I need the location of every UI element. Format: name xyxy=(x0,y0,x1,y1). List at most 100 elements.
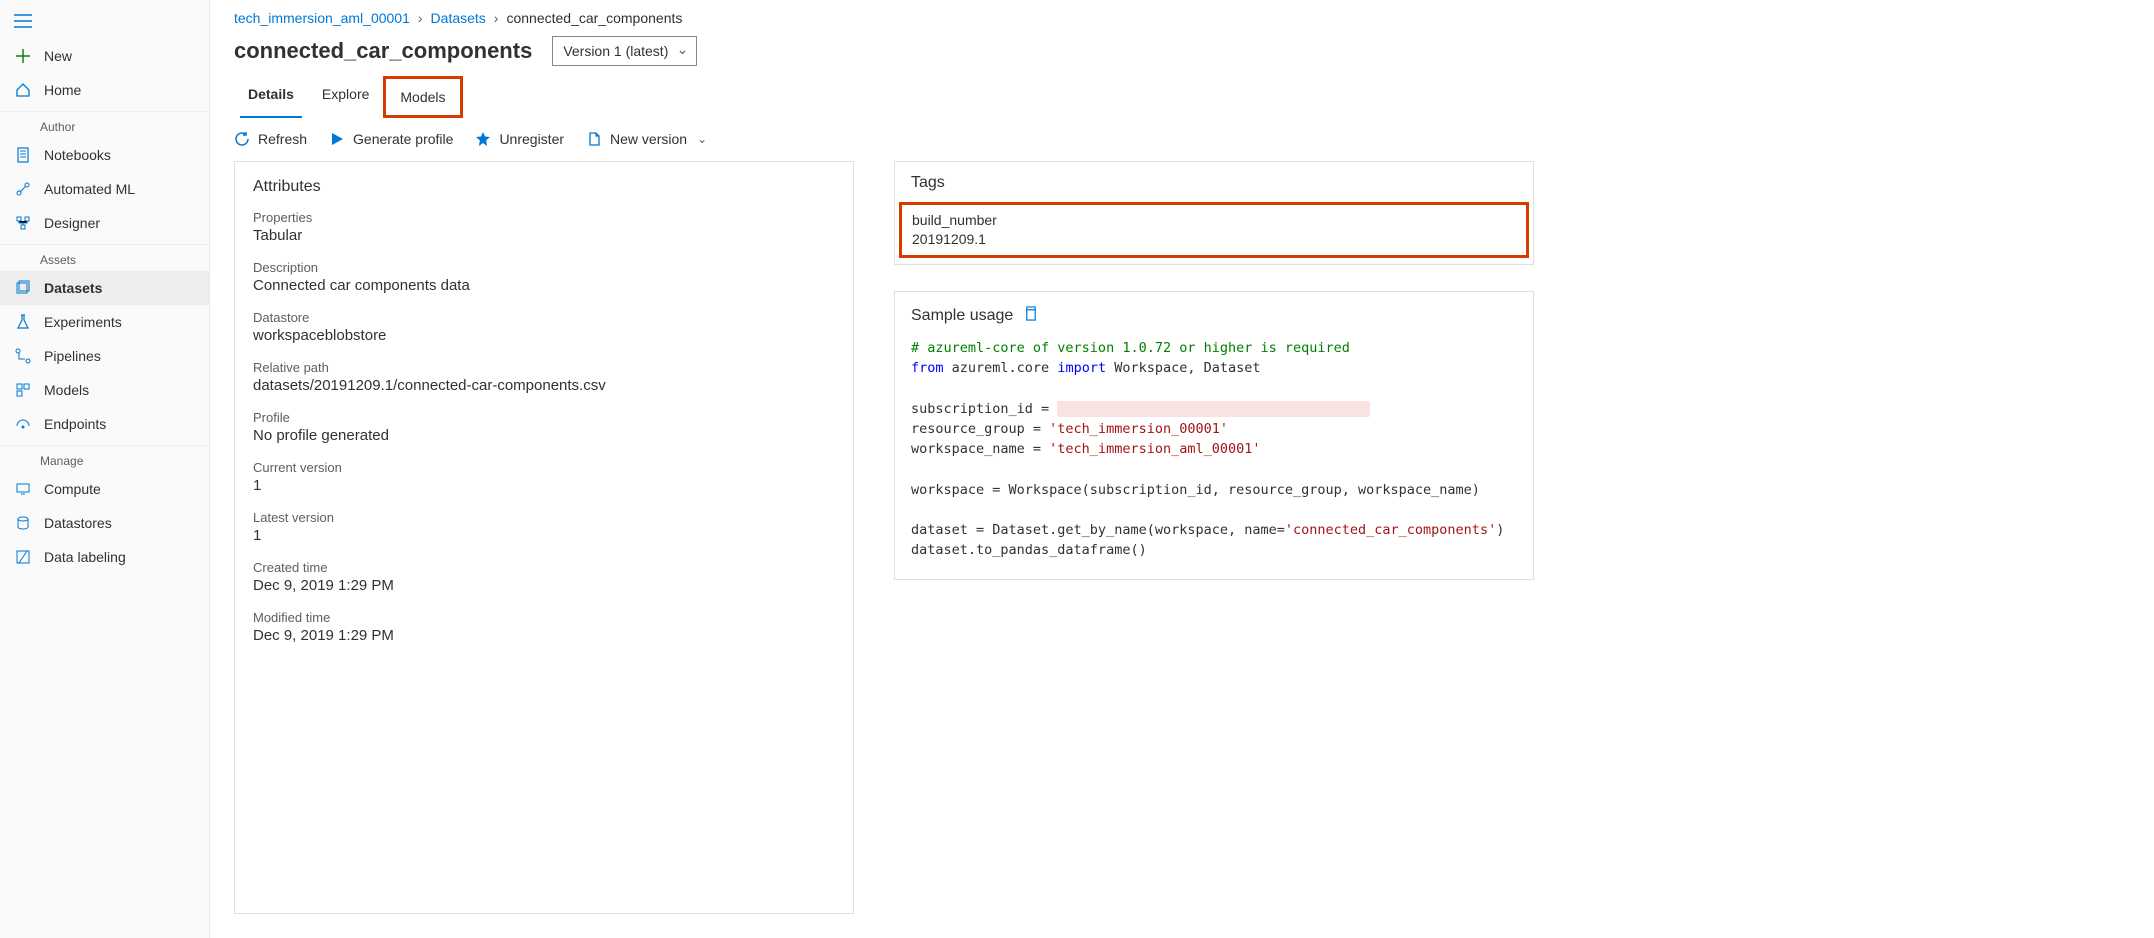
new-version-button[interactable]: New version ⌄ xyxy=(586,131,707,147)
main-content: tech_immersion_aml_00001 › Datasets › co… xyxy=(210,0,2154,938)
sidebar-item-label: Endpoints xyxy=(44,416,106,432)
sidebar-new-button[interactable]: New xyxy=(0,39,209,73)
breadcrumb-link-datasets[interactable]: Datasets xyxy=(431,10,486,26)
sidebar-item-label: Pipelines xyxy=(44,348,101,364)
attr-value: 1 xyxy=(253,527,835,544)
compute-icon xyxy=(14,480,32,498)
page-title: connected_car_components xyxy=(234,38,532,64)
breadcrumb-current: connected_car_components xyxy=(506,10,682,26)
version-selected-label: Version 1 (latest) xyxy=(563,43,668,59)
sidebar-item-models[interactable]: Models xyxy=(0,373,209,407)
hamburger-menu-button[interactable] xyxy=(0,6,209,39)
sidebar-item-pipelines[interactable]: Pipelines xyxy=(0,339,209,373)
sidebar-item-datasets[interactable]: Datasets xyxy=(0,271,209,305)
home-icon xyxy=(14,81,32,99)
endpoints-icon xyxy=(14,415,32,433)
breadcrumb-link-workspace[interactable]: tech_immersion_aml_00001 xyxy=(234,10,410,26)
sidebar-item-automl[interactable]: Automated ML xyxy=(0,172,209,206)
chevron-right-icon: › xyxy=(494,10,499,26)
content-columns: Attributes Properties Tabular Descriptio… xyxy=(210,161,2154,938)
automl-icon xyxy=(14,180,32,198)
sidebar-item-label: Compute xyxy=(44,481,101,497)
code-text: dataset = Dataset.get_by_name(workspace,… xyxy=(911,522,1285,538)
sidebar-item-label: Data labeling xyxy=(44,549,126,565)
attr-label: Current version xyxy=(253,460,835,475)
sidebar-item-label: Experiments xyxy=(44,314,122,330)
tab-details[interactable]: Details xyxy=(234,76,308,118)
code-text: subscription_id = xyxy=(911,401,1057,417)
sidebar-item-label: Datastores xyxy=(44,515,112,531)
attr-created: Created time Dec 9, 2019 1:29 PM xyxy=(253,560,835,594)
code-text: dataset.to_pandas_dataframe() xyxy=(911,542,1147,558)
attr-value: workspaceblobstore xyxy=(253,327,835,344)
tags-heading: Tags xyxy=(895,162,1533,202)
sidebar-item-experiments[interactable]: Experiments xyxy=(0,305,209,339)
sample-code-block[interactable]: # azureml-core of version 1.0.72 or high… xyxy=(911,338,1517,561)
code-string: 'connected_car_components' xyxy=(1285,522,1496,538)
code-string: 'tech_immersion_00001' xyxy=(1049,421,1228,437)
sidebar-item-endpoints[interactable]: Endpoints xyxy=(0,407,209,441)
right-column: Tags build_number 20191209.1 Sample usag… xyxy=(894,161,1534,914)
code-redacted: 'xxxxxxxx-xxxx-xxxx-xxxx-xxxxxxxxxxxx' xyxy=(1057,401,1370,417)
attr-value: 1 xyxy=(253,477,835,494)
datasets-icon xyxy=(14,279,32,297)
new-version-icon xyxy=(586,131,602,147)
version-dropdown[interactable]: Version 1 (latest) xyxy=(552,36,697,66)
code-string: 'tech_immersion_aml_00001' xyxy=(1049,441,1260,457)
sidebar-item-datalabeling[interactable]: Data labeling xyxy=(0,540,209,574)
sidebar-item-compute[interactable]: Compute xyxy=(0,472,209,506)
copy-icon[interactable] xyxy=(1023,306,1038,326)
refresh-icon xyxy=(234,131,250,147)
sidebar-item-label: Datasets xyxy=(44,280,102,296)
labeling-icon xyxy=(14,548,32,566)
attr-modified: Modified time Dec 9, 2019 1:29 PM xyxy=(253,610,835,644)
attr-label: Latest version xyxy=(253,510,835,525)
notebook-icon xyxy=(14,146,32,164)
attributes-heading: Attributes xyxy=(253,178,835,196)
sidebar-item-notebooks[interactable]: Notebooks xyxy=(0,138,209,172)
code-comment: # azureml-core of version 1.0.72 or high… xyxy=(911,340,1350,356)
sidebar-item-designer[interactable]: Designer xyxy=(0,206,209,240)
tags-panel: Tags build_number 20191209.1 xyxy=(894,161,1534,265)
chevron-right-icon: › xyxy=(418,10,423,26)
sidebar: New Home Author Notebooks Automated ML D… xyxy=(0,0,210,938)
attr-datastore: Datastore workspaceblobstore xyxy=(253,310,835,344)
sidebar-item-label: Automated ML xyxy=(44,181,135,197)
designer-icon xyxy=(14,214,32,232)
attr-label: Description xyxy=(253,260,835,275)
tab-models[interactable]: Models xyxy=(383,76,462,118)
unregister-label: Unregister xyxy=(499,131,564,147)
attr-relpath: Relative path datasets/20191209.1/connec… xyxy=(253,360,835,394)
play-icon xyxy=(329,131,345,147)
tag-row: build_number 20191209.1 xyxy=(899,202,1529,258)
unregister-button[interactable]: Unregister xyxy=(475,131,564,147)
tag-value: 20191209.1 xyxy=(912,230,1516,249)
sidebar-item-label: Notebooks xyxy=(44,147,111,163)
attr-label: Datastore xyxy=(253,310,835,325)
attr-label: Profile xyxy=(253,410,835,425)
attr-value: Dec 9, 2019 1:29 PM xyxy=(253,577,835,594)
code-text: workspace_name = xyxy=(911,441,1049,457)
models-icon xyxy=(14,381,32,399)
datastore-icon xyxy=(14,514,32,532)
pipeline-icon xyxy=(14,347,32,365)
sidebar-home[interactable]: Home xyxy=(0,73,209,107)
generate-profile-label: Generate profile xyxy=(353,131,453,147)
code-text: resource_group = xyxy=(911,421,1049,437)
breadcrumb: tech_immersion_aml_00001 › Datasets › co… xyxy=(210,0,2154,32)
refresh-button[interactable]: Refresh xyxy=(234,131,307,147)
flask-icon xyxy=(14,313,32,331)
attr-label: Created time xyxy=(253,560,835,575)
attr-value: Connected car components data xyxy=(253,277,835,294)
star-icon xyxy=(475,131,491,147)
sidebar-item-label: Designer xyxy=(44,215,100,231)
plus-icon xyxy=(14,47,32,65)
code-text: ) xyxy=(1496,522,1504,538)
sidebar-item-datastores[interactable]: Datastores xyxy=(0,506,209,540)
attr-profile: Profile No profile generated xyxy=(253,410,835,444)
tab-explore[interactable]: Explore xyxy=(308,76,383,118)
attr-label: Modified time xyxy=(253,610,835,625)
generate-profile-button[interactable]: Generate profile xyxy=(329,131,453,147)
sidebar-new-label: New xyxy=(44,48,72,64)
code-text: Workspace, Dataset xyxy=(1114,360,1260,376)
